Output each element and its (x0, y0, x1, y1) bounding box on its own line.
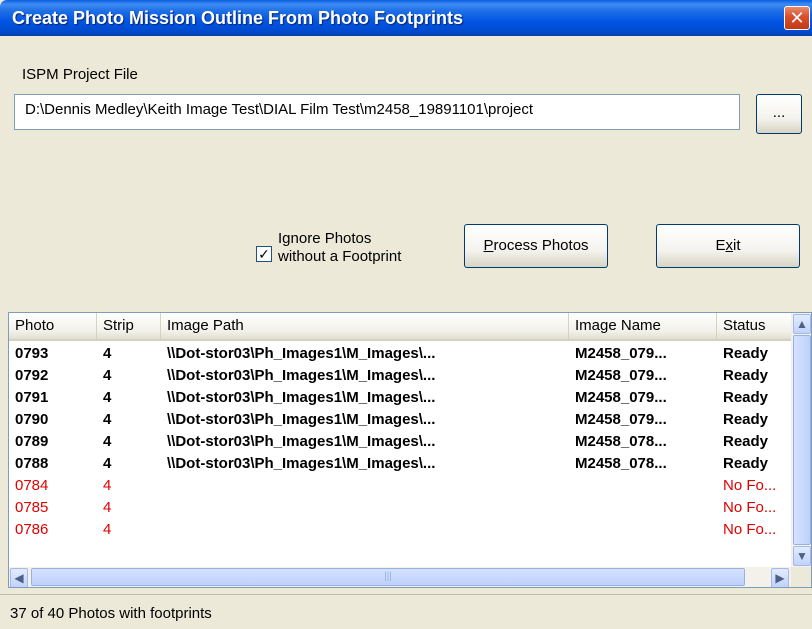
cell-photo: 0785 (15, 499, 49, 516)
column-header-strip[interactable]: Strip (97, 313, 161, 339)
cell-image-name: M2458_079... (575, 345, 667, 362)
table-row[interactable]: 0786 4 No Fo... (9, 519, 791, 541)
cell-strip: 4 (103, 411, 112, 428)
cell-image-name: M2458_078... (575, 433, 667, 450)
table-row[interactable]: 0791 4 \\Dot-stor03\Ph_Images1\M_Images\..… (9, 387, 791, 409)
ignore-photos-label[interactable]: Ignore Photos without a Footprint (278, 230, 458, 266)
ignore-photos-label-line1: Ignore Photos (278, 230, 372, 247)
chevron-right-icon: ▶ (775, 571, 785, 585)
vertical-scrollbar[interactable]: ▲ ▼ (791, 313, 811, 567)
title-bar[interactable]: Create Photo Mission Outline From Photo … (0, 0, 812, 36)
cell-status: No Fo... (723, 521, 777, 538)
cell-status: Ready (723, 433, 769, 450)
cell-strip: 4 (103, 367, 112, 384)
cell-image-path: \\Dot-stor03\Ph_Images1\M_Images\... (167, 455, 436, 472)
cell-photo: 0791 (15, 389, 49, 406)
table-row[interactable]: 0790 4 \\Dot-stor03\Ph_Images1\M_Images\..… (9, 409, 791, 431)
process-photos-label: Process Photos (483, 237, 589, 254)
cell-photo: 0792 (15, 367, 49, 384)
cell-status: Ready (723, 345, 769, 362)
column-header-image-name[interactable]: Image Name (569, 313, 717, 339)
cell-status: Ready (723, 389, 769, 406)
close-icon: ✕ (789, 8, 805, 28)
cell-image-name: M2458_079... (575, 411, 667, 428)
process-photos-button[interactable]: Process Photos (464, 224, 608, 268)
cell-image-name (569, 497, 717, 519)
dialog-window: Create Photo Mission Outline From Photo … (0, 0, 812, 629)
close-button[interactable]: ✕ (784, 6, 810, 30)
scroll-down-button[interactable]: ▼ (793, 546, 811, 566)
scroll-left-button[interactable]: ◀ (10, 568, 28, 587)
cell-image-path: \\Dot-stor03\Ph_Images1\M_Images\... (167, 389, 436, 406)
cell-photo: 0786 (15, 521, 49, 538)
chevron-up-icon: ▲ (796, 317, 808, 331)
cell-strip: 4 (103, 345, 112, 362)
cell-image-path (161, 497, 569, 519)
cell-photo: 0789 (15, 433, 49, 450)
table-row[interactable]: 0784 4 No Fo... (9, 475, 791, 497)
project-file-label: ISPM Project File (22, 66, 138, 83)
cell-photo: 0790 (15, 411, 49, 428)
cell-image-path (161, 519, 569, 541)
ignore-photos-checkbox[interactable]: ✓ (256, 246, 272, 262)
status-text: 37 of 40 Photos with footprints (10, 605, 212, 622)
cell-strip: 4 (103, 389, 112, 406)
chevron-down-icon: ▼ (796, 549, 808, 563)
status-bar: 37 of 40 Photos with footprints (0, 594, 812, 629)
exit-button[interactable]: Exit (656, 224, 800, 268)
cell-strip: 4 (103, 433, 112, 450)
scroll-up-button[interactable]: ▲ (793, 314, 811, 334)
grip-icon: ||| (384, 571, 392, 582)
cell-status: No Fo... (723, 477, 777, 494)
cell-image-path (161, 475, 569, 497)
cell-photo: 0793 (15, 345, 49, 362)
vertical-scroll-thumb[interactable] (793, 335, 811, 545)
horizontal-scroll-thumb[interactable]: ||| (31, 568, 745, 586)
cell-image-path: \\Dot-stor03\Ph_Images1\M_Images\... (167, 367, 436, 384)
table-row[interactable]: 0785 4 No Fo... (9, 497, 791, 519)
cell-strip: 4 (103, 455, 112, 472)
exit-label: Exit (715, 237, 741, 254)
table-row[interactable]: 0793 4 \\Dot-stor03\Ph_Images1\M_Images\..… (9, 343, 791, 365)
table-row[interactable]: 0789 4 \\Dot-stor03\Ph_Images1\M_Images\..… (9, 431, 791, 453)
cell-image-name: M2458_079... (575, 367, 667, 384)
cell-image-name: M2458_078... (575, 455, 667, 472)
cell-strip: 4 (103, 521, 112, 538)
ignore-photos-label-line2: without a Footprint (278, 248, 402, 265)
scroll-right-button[interactable]: ▶ (771, 568, 789, 587)
table-row[interactable]: 0792 4 \\Dot-stor03\Ph_Images1\M_Images\..… (9, 365, 791, 387)
cell-status: Ready (723, 455, 769, 472)
photos-list[interactable]: Photo Strip Image Path Image Name Status… (8, 312, 812, 588)
column-header-status[interactable]: Status (717, 313, 799, 339)
cell-image-path: \\Dot-stor03\Ph_Images1\M_Images\... (167, 345, 436, 362)
cell-photo: 0788 (15, 455, 49, 472)
cell-image-name: M2458_079... (575, 389, 667, 406)
cell-strip: 4 (103, 499, 112, 516)
cell-strip: 4 (103, 477, 112, 494)
cell-image-name (569, 475, 717, 497)
cell-image-path: \\Dot-stor03\Ph_Images1\M_Images\... (167, 433, 436, 450)
chevron-left-icon: ◀ (14, 571, 24, 585)
column-header-photo[interactable]: Photo (9, 313, 97, 339)
scrollbar-corner (791, 567, 811, 587)
table-row[interactable]: 0788 4 \\Dot-stor03\Ph_Images1\M_Images\..… (9, 453, 791, 475)
checkmark-icon: ✓ (258, 246, 270, 262)
cell-photo: 0784 (15, 477, 49, 494)
cell-status: Ready (723, 411, 769, 428)
cell-image-name (569, 519, 717, 541)
horizontal-scrollbar[interactable]: ◀ ||| ▶ (9, 567, 791, 587)
window-title: Create Photo Mission Outline From Photo … (12, 8, 463, 28)
cell-status: Ready (723, 367, 769, 384)
browse-button[interactable]: ... (756, 94, 802, 134)
cell-status: No Fo... (723, 499, 777, 516)
list-header: Photo Strip Image Path Image Name Status (9, 313, 799, 341)
project-path-field[interactable]: D:\Dennis Medley\Keith Image Test\DIAL F… (14, 94, 740, 130)
cell-image-path: \\Dot-stor03\Ph_Images1\M_Images\... (167, 411, 436, 428)
column-header-image-path[interactable]: Image Path (161, 313, 569, 339)
